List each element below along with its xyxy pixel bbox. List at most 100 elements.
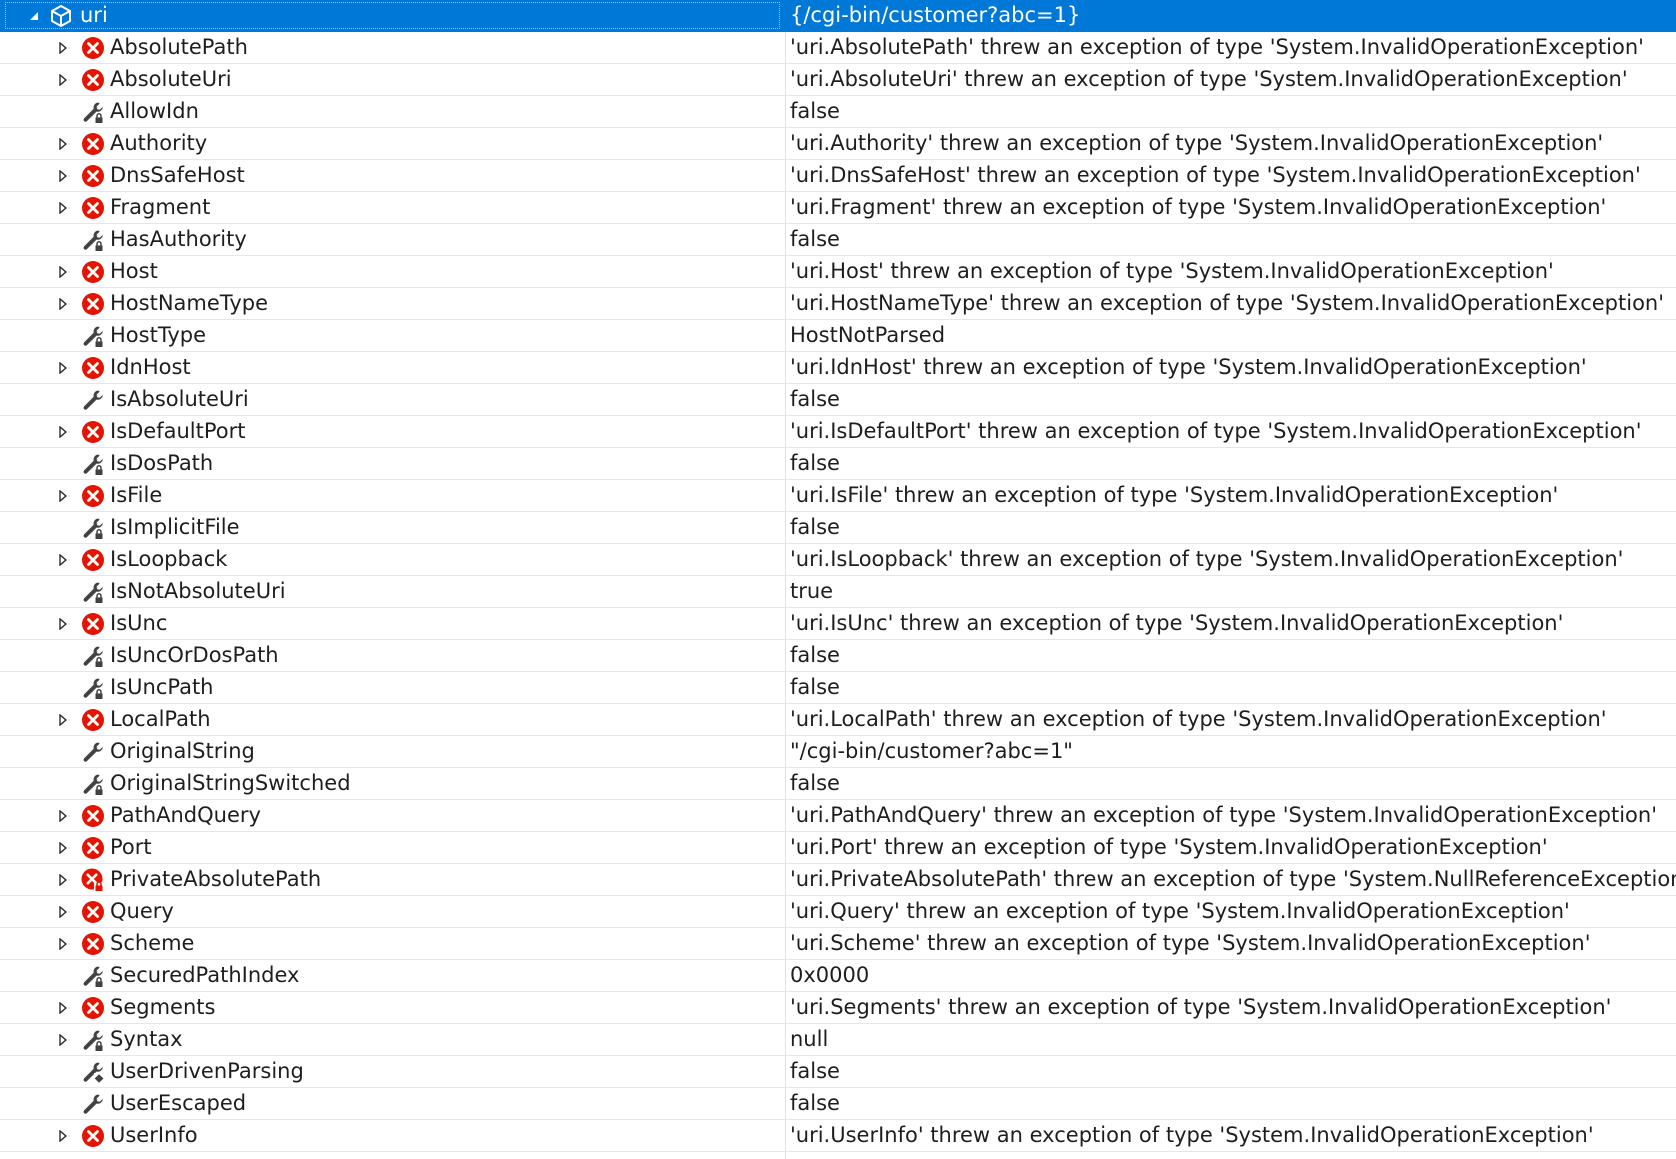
tree-row-originalstringswitched[interactable]: OriginalStringSwitched false [0,768,1676,800]
expand-chevron-icon[interactable] [56,800,70,831]
tree-row-isfile[interactable]: IsFile 'uri.IsFile' threw an exception of… [0,480,1676,512]
variable-value[interactable]: 'uri.AbsoluteUri' threw an exception of … [786,64,1676,95]
variable-value[interactable]: 'uri.Fragment' threw an exception of typ… [786,192,1676,223]
tree-row-privateabsolutepath[interactable]: PrivateAbsolutePath 'uri.PrivateAbsoluteP… [0,864,1676,896]
variable-value[interactable]: 'uri.IsUnc' threw an exception of type '… [786,608,1676,639]
expand-chevron-icon[interactable] [56,256,70,287]
expand-chevron-icon[interactable] [56,992,70,1023]
variable-value[interactable]: true [786,576,1676,607]
expand-chevron-icon[interactable] [56,160,70,191]
variable-value[interactable]: 'uri.DnsSafeHost' threw an exception of … [786,160,1676,191]
variable-value[interactable]: false [786,672,1676,703]
tree-row-dnssafehost[interactable]: DnsSafeHost 'uri.DnsSafeHost' threw an ex… [0,160,1676,192]
variable-value[interactable]: 'uri.IsDefaultPort' threw an exception o… [786,416,1676,447]
tree-row-isabsoluteuri[interactable]: IsAbsoluteUri false [0,384,1676,416]
expand-chevron-icon[interactable] [56,832,70,863]
tree-row-syntax[interactable]: Syntax null [0,1024,1676,1056]
tree-row-isimplicitfile[interactable]: IsImplicitFile false [0,512,1676,544]
expand-chevron-icon[interactable] [56,416,70,447]
variable-value[interactable]: false [786,384,1676,415]
variable-value[interactable]: 'uri.Segments' threw an exception of typ… [786,992,1676,1023]
expand-chevron-icon[interactable] [56,896,70,927]
variable-value[interactable]: false [786,640,1676,671]
variable-name: HostNameType [110,291,269,315]
expand-chevron-icon[interactable] [56,480,70,511]
variable-value[interactable]: false [786,224,1676,255]
expand-chevron-icon[interactable] [56,704,70,735]
name-cell: HasAuthority [0,224,785,255]
expand-chevron-icon[interactable] [56,1024,70,1055]
variable-value[interactable]: 'uri.Query' threw an exception of type '… [786,896,1676,927]
variable-value[interactable]: false [786,96,1676,127]
collapse-chevron-icon[interactable] [27,0,41,31]
variable-value[interactable]: false [786,448,1676,479]
tree-row-isuncordospath[interactable]: IsUncOrDosPath false [0,640,1676,672]
tree-row-uri[interactable]: uri {/cgi-bin/customer?abc=1} [0,0,1676,32]
tree-row-hostnametype[interactable]: HostNameType 'uri.HostNameType' threw an … [0,288,1676,320]
tree-row-securedpathindex[interactable]: SecuredPathIndex 0x0000 [0,960,1676,992]
expand-chevron-icon[interactable] [56,928,70,959]
tree-row-absolutepath[interactable]: AbsolutePath 'uri.AbsolutePath' threw an … [0,32,1676,64]
variable-value[interactable]: 'uri.IdnHost' threw an exception of type… [786,352,1676,383]
variable-value[interactable]: false [786,768,1676,799]
expand-chevron-icon[interactable] [56,64,70,95]
tree-row-segments[interactable]: Segments 'uri.Segments' threw an exceptio… [0,992,1676,1024]
tree-row-absoluteuri[interactable]: AbsoluteUri 'uri.AbsoluteUri' threw an ex… [0,64,1676,96]
variable-value[interactable]: 'uri.PrivateAbsolutePath' threw an excep… [786,864,1676,895]
variable-value[interactable]: HostNotParsed [786,320,1676,351]
tree-row-hosttype[interactable]: HostType HostNotParsed [0,320,1676,352]
tree-row-userdrivenparsing[interactable]: UserDrivenParsing false [0,1056,1676,1088]
variable-value[interactable]: 'uri.HostNameType' threw an exception of… [786,288,1676,319]
tree-row-pathandquery[interactable]: PathAndQuery 'uri.PathAndQuery' threw an … [0,800,1676,832]
tree-row-allowidn[interactable]: AllowIdn false [0,96,1676,128]
tree-row-isdefaultport[interactable]: IsDefaultPort 'uri.IsDefaultPort' threw a… [0,416,1676,448]
expand-chevron-icon[interactable] [56,192,70,223]
variable-value[interactable]: 0x0000 [786,960,1676,991]
error-icon [81,164,105,188]
variable-value[interactable]: 'uri.Port' threw an exception of type 'S… [786,832,1676,863]
variable-value[interactable]: {/cgi-bin/customer?abc=1} [786,0,1676,31]
tree-row-scheme[interactable]: Scheme 'uri.Scheme' threw an exception of… [0,928,1676,960]
expand-chevron-icon[interactable] [56,864,70,895]
expand-chevron-icon[interactable] [56,608,70,639]
variable-value[interactable]: 'uri.LocalPath' threw an exception of ty… [786,704,1676,735]
tree-row-isuncpath[interactable]: IsUncPath false [0,672,1676,704]
tree-row-userescaped[interactable]: UserEscaped false [0,1088,1676,1120]
tree-row-localpath[interactable]: LocalPath 'uri.LocalPath' threw an except… [0,704,1676,736]
expand-chevron-icon[interactable] [56,352,70,383]
name-cell: Segments [0,992,785,1023]
tree-row-hasauthority[interactable]: HasAuthority false [0,224,1676,256]
variable-value[interactable]: 'uri.Host' threw an exception of type 'S… [786,256,1676,287]
variable-value[interactable]: 'uri.AbsolutePath' threw an exception of… [786,32,1676,63]
variable-name: UserInfo [110,1123,198,1147]
expand-chevron-icon[interactable] [56,128,70,159]
tree-row-query[interactable]: Query 'uri.Query' threw an exception of t… [0,896,1676,928]
expand-chevron-icon[interactable] [56,544,70,575]
variable-value[interactable]: false [786,1056,1676,1087]
tree-row-originalstring[interactable]: OriginalString "/cgi-bin/customer?abc=1" [0,736,1676,768]
error-icon [81,484,105,508]
tree-row-userinfo[interactable]: UserInfo 'uri.UserInfo' threw an exceptio… [0,1120,1676,1152]
variable-value[interactable]: 'uri.IsLoopback' threw an exception of t… [786,544,1676,575]
tree-row-host[interactable]: Host 'uri.Host' threw an exception of typ… [0,256,1676,288]
tree-row-port[interactable]: Port 'uri.Port' threw an exception of typ… [0,832,1676,864]
variable-value[interactable]: "/cgi-bin/customer?abc=1" [786,736,1676,767]
expand-chevron-icon[interactable] [56,288,70,319]
tree-row-isdospath[interactable]: IsDosPath false [0,448,1676,480]
variable-value[interactable]: 'uri.IsFile' threw an exception of type … [786,480,1676,511]
expand-chevron-icon[interactable] [56,1120,70,1151]
tree-row-authority[interactable]: Authority 'uri.Authority' threw an except… [0,128,1676,160]
variable-value[interactable]: 'uri.UserInfo' threw an exception of typ… [786,1120,1676,1151]
tree-row-isloopback[interactable]: IsLoopback 'uri.IsLoopback' threw an exce… [0,544,1676,576]
tree-row-isunc[interactable]: IsUnc 'uri.IsUnc' threw an exception of t… [0,608,1676,640]
variable-value[interactable]: 'uri.PathAndQuery' threw an exception of… [786,800,1676,831]
variable-value[interactable]: 'uri.Authority' threw an exception of ty… [786,128,1676,159]
variable-value[interactable]: false [786,512,1676,543]
variable-value[interactable]: null [786,1024,1676,1055]
variable-value[interactable]: false [786,1088,1676,1119]
tree-row-idnhost[interactable]: IdnHost 'uri.IdnHost' threw an exception … [0,352,1676,384]
expand-chevron-icon[interactable] [56,32,70,63]
variable-value[interactable]: 'uri.Scheme' threw an exception of type … [786,928,1676,959]
tree-row-isnotabsoluteuri[interactable]: IsNotAbsoluteUri true [0,576,1676,608]
tree-row-fragment[interactable]: Fragment 'uri.Fragment' threw an exceptio… [0,192,1676,224]
